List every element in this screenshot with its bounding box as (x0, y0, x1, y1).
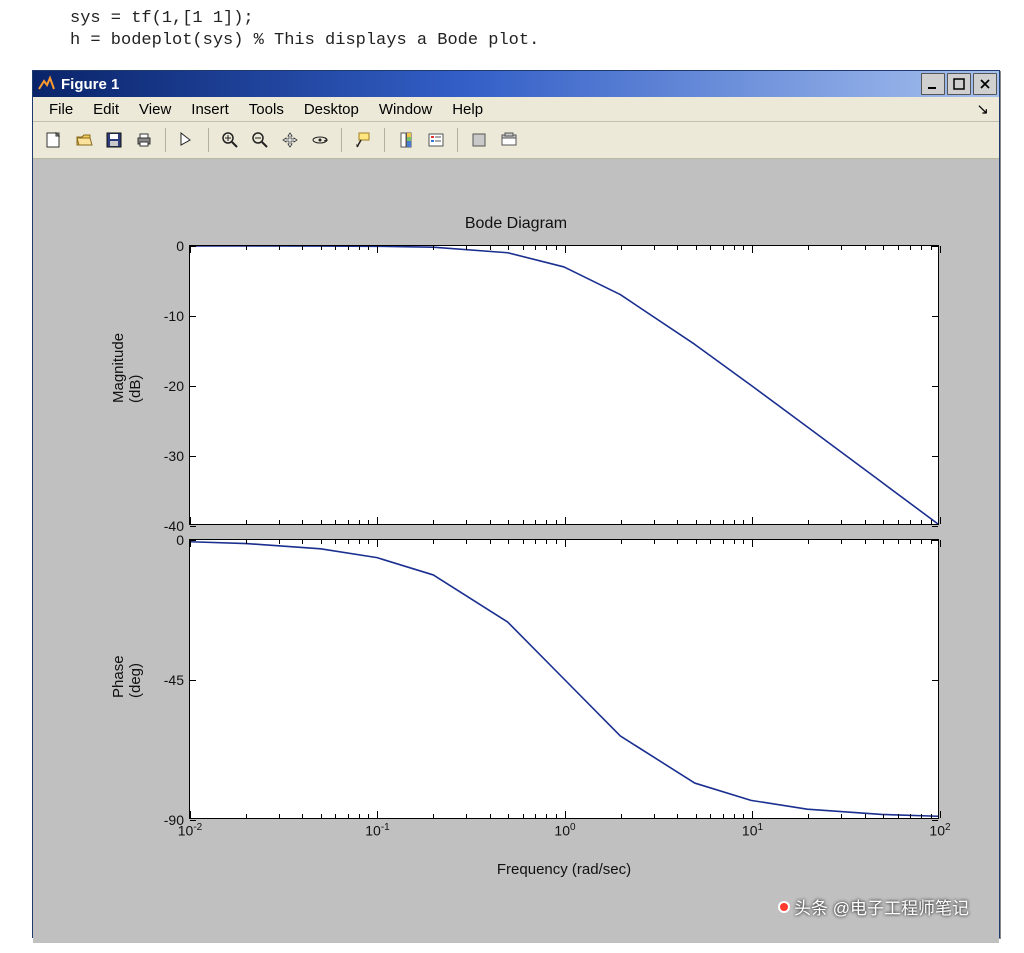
matlab-icon (37, 75, 55, 93)
xtick-label: 102 (929, 818, 950, 839)
axes-magnitude[interactable]: 0-10-20-30-40 (189, 245, 939, 525)
axes-phase[interactable]: 0-45-9010-210-1100101102 (189, 539, 939, 819)
maximize-button[interactable] (947, 73, 971, 95)
edit-plot-button[interactable] (173, 126, 201, 154)
ytick-label: -45 (164, 672, 190, 688)
zoom-out-button[interactable] (246, 126, 274, 154)
ytick-label: -10 (164, 308, 190, 324)
menu-edit[interactable]: Edit (83, 99, 129, 120)
toolbar (33, 122, 999, 159)
hide-tools-button[interactable] (465, 126, 493, 154)
menu-view[interactable]: View (129, 99, 181, 120)
xtick-label: 101 (742, 818, 763, 839)
insert-legend-button[interactable] (422, 126, 450, 154)
titlebar[interactable]: Figure 1 (33, 71, 999, 97)
menubar: File Edit View Insert Tools Desktop Wind… (33, 97, 999, 122)
code-line: sys = tf(1,[1 1]); (70, 9, 254, 28)
print-button[interactable] (130, 126, 158, 154)
code-block: sys = tf(1,[1 1]); h = bodeplot(sys) % T… (0, 8, 1024, 52)
ytick-label: -30 (164, 448, 190, 464)
menu-help[interactable]: Help (442, 99, 493, 120)
window-title: Figure 1 (61, 76, 921, 93)
xtick-label: 10-2 (178, 818, 202, 839)
menu-insert[interactable]: Insert (181, 99, 239, 120)
magnitude-curve (190, 246, 938, 524)
save-button[interactable] (100, 126, 128, 154)
menu-desktop[interactable]: Desktop (294, 99, 369, 120)
ytick-label: -20 (164, 378, 190, 394)
ylabel-phase: Phase (deg) (110, 678, 144, 698)
new-figure-button[interactable] (40, 126, 68, 154)
ylabel-magnitude: Magnitude (dB) (110, 383, 144, 403)
phase-curve (190, 540, 938, 818)
minimize-button[interactable] (921, 73, 945, 95)
ytick-label: 0 (176, 238, 190, 254)
pan-button[interactable] (276, 126, 304, 154)
ytick-label: 0 (176, 532, 190, 548)
xlabel: Frequency (rad/sec) (189, 861, 939, 878)
zoom-in-button[interactable] (216, 126, 244, 154)
show-tools-button[interactable] (495, 126, 523, 154)
xtick-label: 10-1 (365, 818, 389, 839)
chart-title: Bode Diagram (57, 215, 975, 233)
open-button[interactable] (70, 126, 98, 154)
watermark-text: 头条 @电子工程师笔记 (794, 894, 969, 919)
insert-colorbar-button[interactable] (392, 126, 420, 154)
data-cursor-button[interactable] (349, 126, 377, 154)
menu-file[interactable]: File (39, 99, 83, 120)
menu-window[interactable]: Window (369, 99, 442, 120)
figure-window: Figure 1 File Edit View Insert Tools Des… (32, 70, 1000, 938)
rotate-3d-button[interactable] (306, 126, 334, 154)
plot-canvas[interactable]: Bode Diagram 0-10-20-30-40 Magnitude (dB… (33, 159, 999, 943)
xtick-label: 100 (554, 818, 575, 839)
watermark: 头条 @电子工程师笔记 (780, 894, 969, 919)
dock-corner-icon[interactable]: ↘ (976, 100, 993, 118)
code-line: h = bodeplot(sys) % This displays a Bode… (70, 31, 539, 50)
menu-tools[interactable]: Tools (239, 99, 294, 120)
close-button[interactable] (973, 73, 997, 95)
